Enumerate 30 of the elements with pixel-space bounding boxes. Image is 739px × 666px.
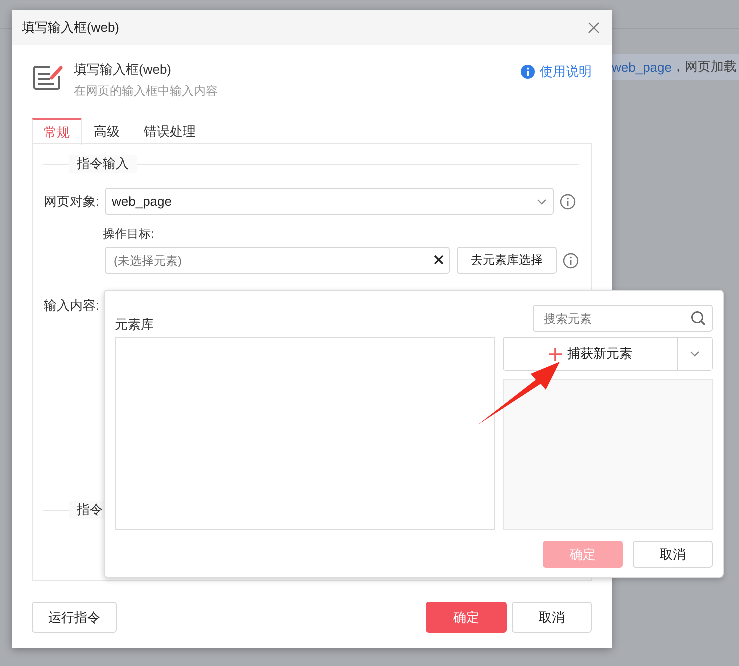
web-object-dropdown[interactable]: web_page xyxy=(105,188,554,215)
cancel-button[interactable]: 取消 xyxy=(633,541,713,568)
field-label: 网页对象: xyxy=(44,192,101,210)
command-description: 在网页的输入框中输入内容 xyxy=(74,83,219,100)
caret-icon xyxy=(690,351,700,357)
caret-icon xyxy=(537,198,547,204)
panel-title: 元素库 xyxy=(115,316,154,334)
edit-icon xyxy=(33,63,63,91)
cancel-button[interactable]: 取消 xyxy=(512,602,592,633)
info-icon[interactable] xyxy=(560,194,576,210)
info-icon xyxy=(521,65,535,79)
section-title: 指令输入 xyxy=(69,155,137,173)
dialog-title: 填写输入框(web) xyxy=(22,18,120,36)
tab[interactable]: 常规 xyxy=(32,118,82,145)
tab[interactable]: 高级 xyxy=(82,118,132,144)
close-icon[interactable] xyxy=(588,22,600,34)
select-element-button[interactable]: 去元素库选择 xyxy=(457,247,557,274)
row-text: ，网页加载 xyxy=(672,58,737,76)
search-icon xyxy=(691,311,706,326)
help-link[interactable]: 使用说明 xyxy=(521,63,592,81)
field-label: 操作目标: xyxy=(103,226,156,243)
info-icon[interactable] xyxy=(563,252,579,268)
search-field[interactable]: 搜索元素 xyxy=(533,305,713,332)
command-title: 填写输入框(web) xyxy=(74,61,173,79)
tab[interactable]: 错误处理 xyxy=(132,118,208,144)
field-label: 输入内容: xyxy=(44,297,101,315)
plus-icon xyxy=(548,348,562,360)
target-field[interactable]: (未选择元素) xyxy=(105,247,450,274)
clear-icon[interactable] xyxy=(434,255,444,265)
run-button[interactable]: 运行指令 xyxy=(32,602,117,633)
